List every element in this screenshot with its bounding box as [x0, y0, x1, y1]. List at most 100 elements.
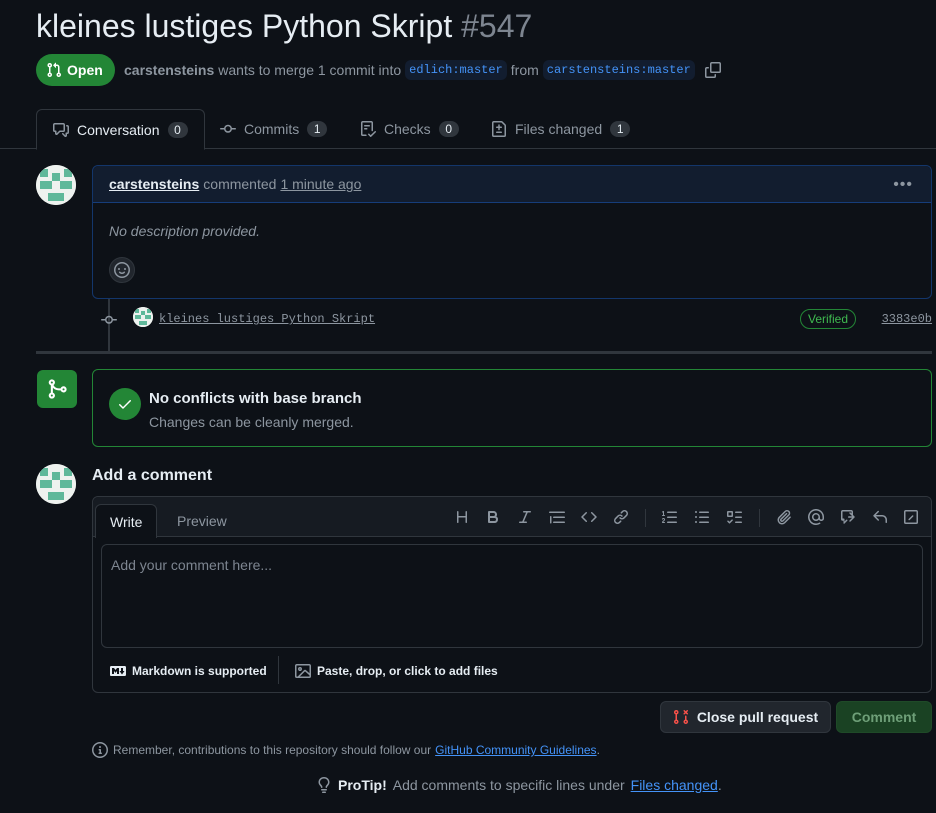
add-comment-heading: Add a comment: [92, 467, 213, 484]
ordered-list-icon[interactable]: [660, 507, 680, 527]
head-branch[interactable]: carstensteins:master: [542, 60, 695, 80]
from-text: from: [510, 62, 539, 78]
verified-badge[interactable]: Verified: [800, 309, 857, 329]
markdown-note: Markdown is supported: [132, 664, 267, 678]
pr-author-link[interactable]: carstensteins: [124, 62, 214, 78]
protip-text: Add comments to specific lines under: [392, 777, 625, 793]
checklist-icon: [361, 121, 376, 137]
bold-icon[interactable]: [483, 507, 503, 527]
smiley-icon: [114, 262, 130, 278]
pr-tabs: Conversation 0 Commits 1 Checks 0 Files …: [0, 109, 936, 150]
comment-button[interactable]: Comment: [836, 701, 932, 733]
comment-time[interactable]: 1 minute ago: [280, 176, 361, 192]
base-branch[interactable]: edlich:master: [405, 60, 507, 80]
commit-sha-link[interactable]: 3383e0b: [882, 312, 932, 326]
comment-textarea[interactable]: Add your comment here...: [101, 544, 923, 648]
tab-label: Files changed: [515, 121, 603, 137]
pr-number: #547: [461, 8, 533, 44]
commit-icon: [101, 315, 117, 324]
guidelines-note: Remember, contributions to this reposito…: [92, 742, 600, 758]
protip: ProTip! Add comments to specific lines u…: [316, 777, 722, 793]
code-icon[interactable]: [579, 507, 599, 527]
tab-label: Checks: [384, 121, 431, 137]
git-pull-request-icon: [47, 62, 62, 78]
quote-icon[interactable]: [547, 507, 567, 527]
commit-icon: [220, 124, 236, 133]
git-pull-request-closed-icon: [673, 709, 688, 725]
tab-counter: 0: [438, 121, 459, 137]
tab-counter: 0: [167, 121, 188, 138]
toolbar-divider: [645, 509, 646, 527]
remember-text: Remember, contributions to this reposito…: [113, 743, 432, 757]
pr-state-label: Open: [67, 62, 103, 78]
period: .: [717, 777, 722, 793]
tab-commits[interactable]: Commits 1: [220, 109, 328, 149]
italic-icon[interactable]: [515, 507, 535, 527]
merge-text: wants to merge 1 commit into: [218, 62, 402, 78]
commit-row: kleines lustiges Python Skript Verified …: [100, 306, 932, 334]
git-merge-icon: [48, 379, 67, 399]
comment-placeholder: Add your comment here...: [111, 557, 273, 573]
unordered-list-icon[interactable]: [692, 507, 712, 527]
commit-avatar[interactable]: [133, 307, 153, 327]
tab-counter: 1: [610, 121, 631, 137]
comment-author[interactable]: carstensteins: [109, 176, 199, 192]
merge-status-title: No conflicts with base branch: [149, 390, 362, 407]
light-bulb-icon: [318, 777, 330, 793]
tab-counter: 1: [307, 121, 328, 137]
paperclip-icon[interactable]: [774, 507, 794, 527]
community-guidelines-link[interactable]: GitHub Community Guidelines: [435, 743, 596, 757]
tab-label: Commits: [244, 121, 300, 137]
comment-card: carstensteins commented 1 minute ago •••…: [92, 165, 932, 299]
tab-label: Conversation: [77, 121, 160, 138]
markdown-icon: [110, 666, 126, 676]
comment-header: carstensteins commented 1 minute ago •••: [93, 166, 931, 203]
editor-footer: Markdown is supported Paste, drop, or cl…: [93, 656, 931, 692]
toolbar-divider: [759, 509, 760, 527]
slash-command-icon[interactable]: [901, 507, 921, 527]
tab-files-changed[interactable]: Files changed 1: [491, 109, 631, 149]
avatar[interactable]: [36, 464, 76, 504]
timeline-divider: [36, 351, 932, 354]
copy-icon[interactable]: [704, 62, 721, 78]
heading-icon[interactable]: [452, 507, 472, 527]
avatar[interactable]: [36, 165, 76, 205]
image-icon: [295, 664, 311, 678]
mention-icon[interactable]: [806, 507, 826, 527]
page-title: kleines lustiges Python Skript #547: [36, 8, 532, 45]
merge-status-subtitle: Changes can be cleanly merged.: [149, 414, 354, 430]
protip-label: ProTip!: [338, 777, 387, 793]
check-circle-icon: [109, 388, 141, 420]
period: .: [596, 743, 600, 757]
tab-checks[interactable]: Checks 0: [360, 109, 459, 149]
markdown-supported-link[interactable]: Markdown is supported: [110, 663, 267, 679]
merge-status-box: No conflicts with base branch Changes ca…: [92, 369, 932, 447]
files-changed-link[interactable]: Files changed: [631, 777, 718, 793]
reply-icon[interactable]: [870, 507, 890, 527]
info-icon: [92, 742, 108, 758]
tab-preview[interactable]: Preview: [163, 504, 241, 538]
footer-divider: [278, 656, 279, 684]
commit-message-link[interactable]: kleines lustiges Python Skript: [159, 312, 375, 326]
tab-conversation[interactable]: Conversation 0: [36, 109, 205, 150]
merge-status-icon-box: [37, 370, 77, 408]
pr-meta: carstensteins wants to merge 1 commit in…: [124, 58, 721, 82]
add-files-button[interactable]: Paste, drop, or click to add files: [295, 663, 498, 679]
pr-state-badge: Open: [36, 54, 115, 86]
comment-action: commented: [203, 176, 277, 192]
comment-label: Comment: [851, 709, 917, 725]
editor-toolbar: Write Preview: [93, 497, 931, 538]
comment-editor: Write Preview Add your comment here... M…: [92, 496, 932, 693]
file-diff-icon: [492, 121, 506, 137]
comment-body: No description provided.: [109, 223, 260, 239]
pr-title: kleines lustiges Python Skript: [36, 8, 453, 44]
conversation-icon: [53, 122, 69, 137]
add-reaction-button[interactable]: [109, 257, 135, 283]
link-icon[interactable]: [611, 507, 631, 527]
close-pull-request-button[interactable]: Close pull request: [660, 701, 831, 733]
kebab-menu-icon[interactable]: •••: [893, 176, 913, 194]
tab-write[interactable]: Write: [95, 504, 158, 538]
close-label: Close pull request: [696, 709, 819, 725]
cross-reference-icon[interactable]: [838, 507, 858, 527]
task-list-icon[interactable]: [724, 507, 744, 527]
